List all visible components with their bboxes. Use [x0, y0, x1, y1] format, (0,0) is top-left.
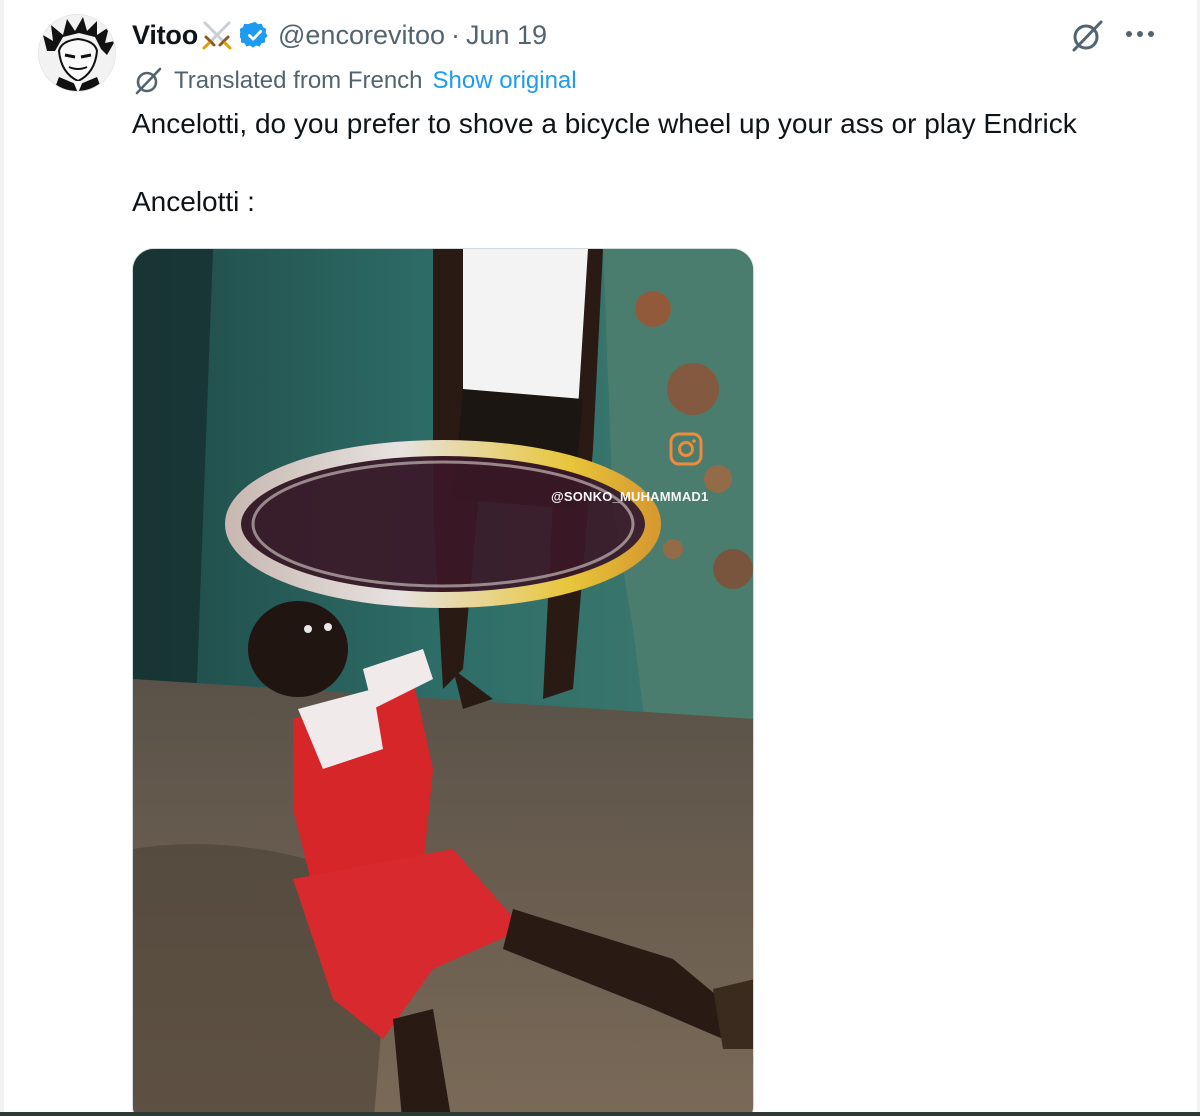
author-name[interactable]: Vitoo	[132, 20, 198, 51]
video-still-image	[133, 249, 753, 1116]
grok-slash-icon	[1072, 20, 1103, 52]
avatar-illustration	[39, 15, 115, 91]
frame-bottom-border	[0, 1112, 1200, 1116]
header-separator: ·	[451, 19, 460, 50]
grok-translate-icon	[135, 67, 162, 95]
tweet-text-line: Ancelotti, do you prefer to shove a bicy…	[132, 108, 1077, 139]
tweet-text-line: Ancelotti :	[132, 186, 255, 217]
tweet-header: Vitoo @encorevitoo · Jun 19	[132, 14, 547, 56]
author-avatar[interactable]	[38, 14, 116, 92]
video-watermark: @SONKO_MUHAMMAD1	[551, 489, 709, 504]
tweet-date[interactable]: Jun 19	[466, 20, 547, 51]
more-options-button[interactable]	[1118, 16, 1162, 52]
verified-badge-icon[interactable]	[238, 20, 270, 50]
tweet-body: Ancelotti, do you prefer to shove a bicy…	[132, 104, 1182, 222]
tweet-media-video[interactable]: @SONKO_MUHAMMAD1	[132, 248, 754, 1116]
show-original-link[interactable]: Show original	[433, 67, 577, 95]
frame-left-border	[0, 0, 4, 1116]
grok-button[interactable]	[1066, 16, 1108, 56]
tweet-page: Vitoo @encorevitoo · Jun 19 Translated f…	[0, 0, 1200, 1116]
translation-notice-text: Translated from French	[174, 67, 423, 94]
author-handle[interactable]: @encorevitoo	[278, 20, 445, 51]
more-options-icon	[1126, 31, 1154, 37]
crossed-swords-icon	[200, 18, 234, 52]
translation-notice: Translated from French Show original	[132, 62, 577, 100]
